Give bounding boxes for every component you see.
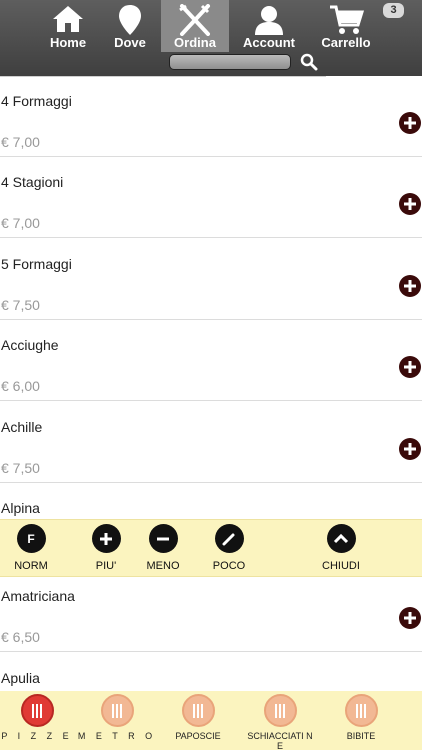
user-icon: [255, 6, 283, 35]
pencil-icon: [214, 524, 244, 553]
top-navigation-bar: Home Dove Ordina Account Carrello 3: [0, 0, 422, 76]
category-bar: P I Z Z E M E T R O PAPOSCIE SCHIACCIATI…: [0, 691, 422, 750]
minus-icon: [148, 524, 178, 553]
plus-icon: [91, 524, 121, 553]
nav-ordina[interactable]: Ordina: [161, 0, 229, 52]
product-name: 5 Formaggi: [1, 256, 72, 272]
product-price: € 7,00: [1, 134, 40, 150]
cutlery-icon: [179, 4, 210, 36]
search-icon[interactable]: [300, 53, 318, 71]
home-icon: [53, 6, 83, 32]
cutlery-plate-icon: [100, 694, 134, 727]
cutlery-plate-icon: [344, 694, 378, 727]
add-to-cart-icon[interactable]: [398, 437, 422, 461]
nav-home-label: Home: [49, 35, 87, 50]
category-paposcie[interactable]: PAPOSCIE: [158, 694, 238, 741]
list-item: Achille € 7,50: [0, 402, 422, 483]
meno-label: MENO: [146, 560, 180, 572]
list-item: Amatriciana € 6,50: [0, 571, 422, 652]
list-item: 4 Stagioni € 7,00: [0, 157, 422, 238]
nav-account[interactable]: Account: [235, 0, 303, 52]
norm-label: NORM: [14, 560, 48, 572]
cutlery-plate-icon: [20, 694, 54, 727]
category-label: SCHIACCIATI NE: [247, 731, 313, 750]
product-price: € 7,50: [1, 460, 40, 476]
nav-ordina-label: Ordina: [174, 35, 216, 50]
norm-button[interactable]: F NORM: [1, 524, 61, 572]
product-name: Alpina: [1, 500, 40, 516]
main-nav: Home Dove Ordina Account Carrello 3: [0, 0, 422, 52]
poco-button[interactable]: POCO: [199, 524, 259, 572]
list-item: 5 Formaggi € 7,50: [0, 239, 422, 320]
product-name: 4 Stagioni: [1, 174, 64, 190]
norm-icon: F: [16, 524, 46, 553]
nav-dove[interactable]: Dove: [96, 0, 164, 52]
category-label: PAPOSCIE: [175, 731, 221, 741]
cutlery-plate-icon: [263, 694, 297, 727]
product-price: € 7,50: [1, 297, 40, 313]
product-name: Achille: [1, 419, 43, 435]
category-label: P I Z Z E: [1, 731, 73, 741]
cart-icon: [330, 5, 364, 34]
category-metro[interactable]: M E T R O: [77, 694, 157, 741]
quantity-toolbar: F NORM PIU' MENO POCO CHIUDI: [0, 519, 422, 577]
category-pizze[interactable]: P I Z Z E: [0, 694, 77, 741]
product-name: Acciughe: [1, 337, 59, 353]
add-to-cart-icon[interactable]: [398, 111, 422, 135]
product-name: Amatriciana: [1, 588, 75, 604]
search-input[interactable]: [169, 54, 291, 70]
nav-account-label: Account: [243, 35, 295, 50]
cart-count-badge: 3: [383, 3, 404, 18]
product-name: 4 Formaggi: [1, 93, 72, 109]
product-price: € 6,00: [1, 378, 40, 394]
location-pin-icon: [119, 5, 141, 35]
category-bibite[interactable]: BIBITE: [321, 694, 401, 741]
product-name: Apulia: [1, 670, 40, 686]
chiudi-button[interactable]: CHIUDI: [311, 524, 371, 572]
piu-label: PIU': [95, 560, 117, 572]
list-item: 4 Formaggi € 7,00: [0, 76, 422, 157]
nav-carrello-label: Carrello: [321, 35, 371, 50]
category-label: M E T R O: [77, 731, 157, 741]
product-price: € 7,00: [1, 215, 40, 231]
product-price: € 6,50: [1, 629, 40, 645]
cutlery-plate-icon: [181, 694, 215, 727]
poco-label: POCO: [212, 560, 246, 572]
chevron-up-icon: [326, 524, 356, 553]
nav-home[interactable]: Home: [34, 0, 102, 52]
add-to-cart-icon[interactable]: [398, 606, 422, 630]
add-to-cart-icon[interactable]: [398, 274, 422, 298]
add-to-cart-icon[interactable]: [398, 192, 422, 216]
piu-button[interactable]: PIU': [76, 524, 136, 572]
chiudi-label: CHIUDI: [322, 560, 360, 572]
meno-button[interactable]: MENO: [133, 524, 193, 572]
list-item: Acciughe € 6,00: [0, 320, 422, 401]
add-to-cart-icon[interactable]: [398, 355, 422, 379]
nav-carrello[interactable]: Carrello: [312, 0, 380, 52]
nav-dove-label: Dove: [114, 35, 146, 50]
category-schiacciatine[interactable]: SCHIACCIATI NE: [239, 694, 321, 750]
category-label: BIBITE: [346, 731, 376, 741]
